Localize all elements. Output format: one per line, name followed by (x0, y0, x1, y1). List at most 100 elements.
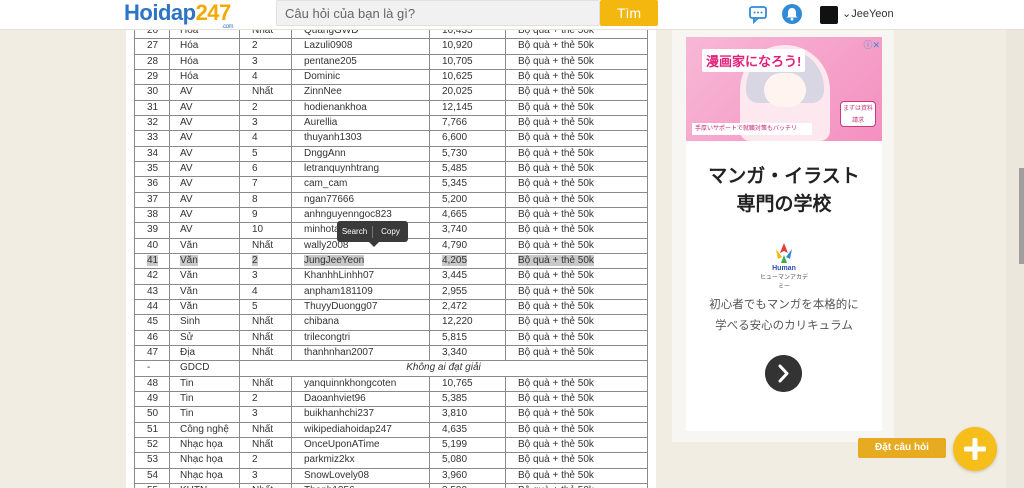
subject-cell-text: Hóa (180, 55, 199, 67)
prize-cell-text: Nhất (252, 347, 274, 359)
table-row: 33 AV 4 thuyanh1303 6,600 Bộ quà + thẻ 50k (134, 130, 648, 147)
rank-cell: 54 (134, 467, 170, 484)
prize-cell-text: 3 (252, 469, 258, 481)
points-cell: 3,740 (429, 222, 506, 239)
rank-cell-text: 40 (147, 239, 159, 251)
site-logo[interactable]: Hoidap247 .com (124, 2, 234, 31)
table-row: - GDCD Không ai đạt giải (134, 360, 648, 377)
reward-cell: Bộ quà + thẻ 50k (505, 38, 648, 55)
username-cell-text: buikhanhchi237 (304, 408, 375, 420)
chat-icon[interactable] (748, 4, 768, 24)
prize-cell-text: Nhất (252, 439, 274, 451)
points-cell-text: 6,600 (442, 132, 468, 144)
reward-cell: Bộ quà + thẻ 50k (505, 390, 648, 408)
ad-choices-icon[interactable]: ⓘ✕ (863, 38, 880, 51)
reward-cell-text: Bộ quà + thẻ 50k (518, 301, 594, 313)
rank-cell: 39 (134, 222, 170, 239)
user-menu[interactable]: ⌄JeeYeon (842, 7, 894, 20)
bell-icon[interactable] (782, 4, 802, 24)
ad-brand-name: Human ヒューマンアカデミー (758, 265, 810, 290)
reward-cell-text: Bộ quà + thẻ 50k (518, 377, 594, 389)
points-cell: 5,385 (429, 390, 506, 408)
subject-cell: Văn (169, 237, 240, 254)
reward-cell: Bộ quà + thẻ 50k (505, 298, 648, 316)
subject-cell-text: AV (180, 147, 193, 159)
search-menu-item[interactable]: Search (337, 227, 372, 236)
username-cell: anpham181109 (291, 283, 430, 300)
avatar[interactable] (820, 6, 838, 24)
search-input[interactable] (277, 1, 599, 25)
reward-cell: Bộ quà + thẻ 50k (505, 329, 648, 346)
ask-question-label[interactable]: Đặt câu hỏi (858, 438, 946, 458)
rank-cell: 46 (134, 329, 170, 346)
table-row: 52 Nhạc họa Nhất OnceUponATime 5,199 Bộ quà +… (134, 436, 648, 454)
reward-cell: Bộ quà + thẻ 50k (505, 252, 648, 270)
reward-cell: Bộ quà + thẻ 50k (505, 53, 648, 70)
subject-cell-text: AV (180, 209, 193, 221)
prize-cell-text: 3 (252, 117, 258, 129)
subject-cell: Tin (169, 406, 240, 423)
points-cell: 2,955 (429, 283, 506, 300)
reward-cell-text: Bộ quà + thẻ 50k (518, 331, 594, 343)
reward-cell: Bộ quà + thẻ 50k (505, 375, 648, 392)
table-row: 54 Nhạc họa 3 SnowLovely08 3,960 Bộ quà + thẻ… (134, 467, 648, 484)
ad-banner-image[interactable]: 漫画家になろう! まずは資料請求 手厚いサポートで就職対策もバッチリ ⓘ✕ (686, 37, 882, 141)
rank-cell-text: 31 (147, 101, 159, 113)
prize-cell-text: 2 (252, 40, 258, 52)
subject-cell: AV (169, 84, 240, 101)
subject-cell-text: Hóa (180, 30, 199, 37)
reward-cell-text: Bộ quà + thẻ 50k (518, 117, 594, 129)
points-cell: 5,345 (429, 176, 506, 193)
reward-cell-text: Bộ quà + thẻ 50k (518, 132, 594, 144)
points-cell: 4,205 (429, 252, 506, 270)
reward-cell: Bộ quà + thẻ 50k (505, 421, 648, 438)
reward-cell: Bộ quà + thẻ 50k (505, 344, 648, 362)
prize-cell-text: 4 (252, 285, 258, 297)
plus-icon[interactable] (953, 427, 997, 471)
table-row: 49 Tin 2 Daoanhviet96 5,385 Bộ quà + thẻ 50k (134, 390, 648, 408)
points-cell-text: 4,665 (442, 209, 468, 221)
reward-cell-text: Bộ quà + thẻ 50k (518, 469, 594, 481)
ad-body-line2: 学べる安心のカリキュラム (715, 320, 853, 332)
table-row: 32 AV 3 Aurellia 7,766 Bộ quà + thẻ 50k (134, 114, 648, 132)
table-row: 45 Sinh Nhất chibana 12,220 Bộ quà + thẻ 50k (134, 314, 648, 331)
ad-body-line1: 初心者でもマンガを本格的に (709, 299, 859, 311)
prize-cell: Nhất (239, 329, 292, 346)
reward-cell-text: Bộ quà + thẻ 50k (518, 30, 594, 37)
chevron-right-icon[interactable] (765, 355, 802, 392)
top-header: Hoidap247 .com Tìm ⌄JeeYeon (0, 0, 1024, 30)
reward-cell: Bộ quà + thẻ 50k (505, 114, 648, 132)
scrollbar-thumb[interactable] (1019, 168, 1024, 264)
prize-cell: 10 (239, 222, 292, 239)
username-cell: QuangGWD (291, 30, 430, 40)
rank-cell-text: 32 (147, 117, 159, 129)
username-cell-text: ngan77666 (304, 193, 355, 205)
subject-cell-text: Hóa (180, 71, 199, 83)
username-cell-text: ZinnNee (304, 86, 342, 98)
subject-cell-text: AV (180, 132, 193, 144)
subject-cell-text: Văn (180, 255, 198, 267)
username-cell: cam_cam (291, 176, 430, 193)
rank-cell-text: 51 (147, 423, 159, 435)
prize-cell: 3 (239, 114, 292, 132)
reward-cell-text: Bộ quà + thẻ 50k (518, 101, 594, 113)
rank-cell-text: 28 (147, 55, 159, 67)
ad-heading-line2: 専門の学校 (736, 194, 832, 215)
username-cell: thanhnhan2007 (291, 344, 430, 362)
username-cell: trilecongtri (291, 329, 430, 346)
search-button[interactable]: Tìm (600, 0, 658, 26)
rank-cell: 42 (134, 268, 170, 285)
reward-cell: Bộ quà + thẻ 50k (505, 222, 648, 239)
subject-cell: Nhạc họa (169, 436, 240, 454)
points-cell-text: 16,435 (442, 30, 473, 37)
rank-cell-text: 33 (147, 132, 159, 144)
rank-cell-text: 26 (147, 30, 159, 37)
rank-cell-text: 54 (147, 469, 159, 481)
points-cell-text: 7,766 (442, 117, 468, 129)
prize-cell-text: 2 (252, 255, 258, 267)
copy-menu-item[interactable]: Copy (373, 227, 408, 236)
rank-cell: 34 (134, 145, 170, 162)
points-cell: 4,665 (429, 206, 506, 224)
advertisement[interactable]: 漫画家になろう! まずは資料請求 手厚いサポートで就職対策もバッチリ ⓘ✕ マン… (686, 37, 882, 431)
points-cell: 10,920 (429, 38, 506, 55)
